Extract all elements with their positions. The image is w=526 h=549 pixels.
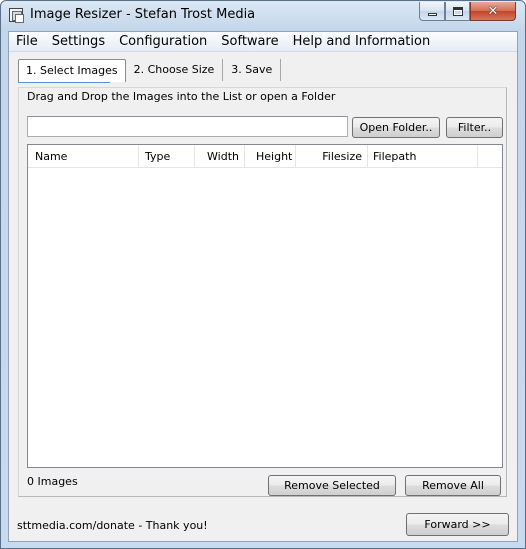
tab-strip: 1. Select Images 2. Choose Size 3. Save bbox=[18, 59, 282, 82]
column-header-type[interactable]: Type bbox=[139, 145, 195, 168]
image-count: 0 Images bbox=[27, 475, 78, 488]
menu-configuration[interactable]: Configuration bbox=[112, 32, 214, 52]
column-header-filesize[interactable]: Filesize bbox=[296, 145, 368, 168]
column-header-name[interactable]: Name bbox=[28, 145, 139, 168]
client-area: File Settings Configuration Software Hel… bbox=[8, 31, 518, 542]
remove-all-button[interactable]: Remove All bbox=[405, 475, 501, 496]
donate-link[interactable]: sttmedia.com/donate - Thank you! bbox=[17, 519, 208, 532]
maximize-button[interactable] bbox=[445, 2, 470, 21]
forward-button[interactable]: Forward >> bbox=[406, 513, 509, 536]
menu-software[interactable]: Software bbox=[214, 32, 285, 52]
minimize-icon bbox=[427, 12, 437, 16]
menu-settings[interactable]: Settings bbox=[45, 32, 112, 52]
menu-help[interactable]: Help and Information bbox=[286, 32, 438, 52]
window-title: Image Resizer - Stefan Trost Media bbox=[30, 7, 256, 22]
column-header-height[interactable]: Height bbox=[245, 145, 296, 168]
filter-button[interactable]: Filter.. bbox=[446, 117, 503, 138]
remove-selected-button[interactable]: Remove Selected bbox=[268, 475, 396, 496]
open-folder-button[interactable]: Open Folder.. bbox=[352, 117, 440, 138]
minimize-button[interactable] bbox=[419, 2, 445, 21]
tab-save[interactable]: 3. Save bbox=[223, 59, 282, 81]
menu-file[interactable]: File bbox=[9, 32, 45, 52]
column-header-filler bbox=[478, 145, 502, 168]
maximize-icon bbox=[452, 6, 463, 16]
folder-path-input[interactable] bbox=[27, 116, 348, 137]
list-header: Name Type Width Height Filesize Filepath bbox=[28, 145, 502, 168]
drop-hint: Drag and Drop the Images into the List o… bbox=[27, 90, 336, 103]
tab-choose-size[interactable]: 2. Choose Size bbox=[126, 59, 224, 81]
tab-select-images[interactable]: 1. Select Images bbox=[18, 59, 126, 82]
close-icon: ✕ bbox=[487, 3, 499, 19]
menu-bar: File Settings Configuration Software Hel… bbox=[9, 32, 517, 52]
app-window: Image Resizer - Stefan Trost Media ✕ Fil… bbox=[0, 0, 526, 549]
title-bar[interactable]: Image Resizer - Stefan Trost Media ✕ bbox=[1, 1, 525, 31]
active-tab-indicator bbox=[18, 82, 110, 83]
close-button[interactable]: ✕ bbox=[470, 2, 516, 21]
app-window-icon[interactable] bbox=[9, 8, 24, 23]
image-list[interactable]: Name Type Width Height Filesize Filepath bbox=[27, 144, 503, 468]
column-header-filepath[interactable]: Filepath bbox=[368, 145, 478, 168]
column-header-width[interactable]: Width bbox=[195, 145, 245, 168]
